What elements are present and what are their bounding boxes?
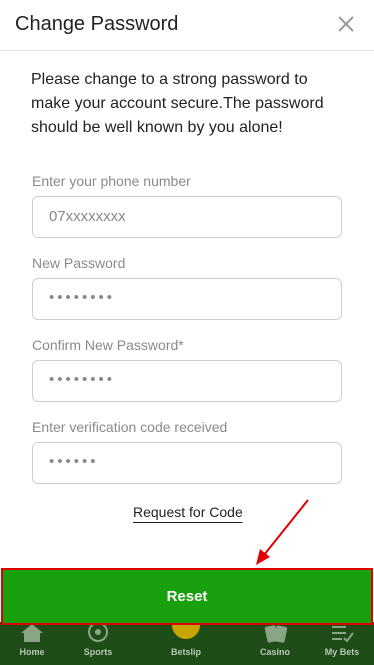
confirm-password-label: Confirm New Password* [32, 337, 184, 353]
new-password-value: •••••••• [49, 289, 116, 306]
nav-label: Betslip [170, 647, 201, 657]
home-icon [21, 624, 43, 642]
confirm-password-input[interactable]: •••••••• [32, 360, 342, 402]
change-password-modal: Change Password Please change to a stron… [0, 0, 374, 665]
intro-text: Please change to a strong password to ma… [31, 71, 324, 136]
verification-code-value: •••••• [49, 453, 99, 470]
nav-item-my-bets[interactable]: My Bets [312, 622, 372, 665]
modal-title: Change Password [15, 13, 179, 35]
verification-label: Enter verification code received [32, 419, 228, 435]
phone-placeholder: 07xxxxxxxx [49, 208, 126, 225]
modal-header: Change Password [0, 0, 374, 51]
close-icon[interactable] [334, 12, 358, 36]
nav-label: Sports [83, 647, 113, 657]
football-icon [88, 624, 108, 642]
cards-icon [264, 625, 288, 643]
request-code-link[interactable]: Request for Code [133, 504, 243, 520]
nav-label: My Bets [324, 647, 360, 657]
new-password-input[interactable]: •••••••• [32, 278, 342, 320]
annotation-arrow-icon [256, 499, 309, 565]
my-bets-icon [332, 626, 354, 643]
nav-label: Home [19, 647, 45, 657]
nav-item-sports[interactable]: Sports [68, 622, 128, 665]
nav-item-casino[interactable]: Casino [245, 622, 305, 665]
verification-code-input[interactable]: •••••• [32, 442, 342, 484]
new-password-label: New Password [32, 255, 126, 271]
phone-label: Enter your phone number [32, 173, 191, 189]
nav-label: Casino [259, 647, 290, 657]
phone-input[interactable]: 07xxxxxxxx [32, 196, 342, 238]
reset-button[interactable]: Reset [1, 568, 373, 625]
confirm-password-value: •••••••• [49, 371, 116, 388]
nav-item-home[interactable]: Home [2, 622, 62, 665]
